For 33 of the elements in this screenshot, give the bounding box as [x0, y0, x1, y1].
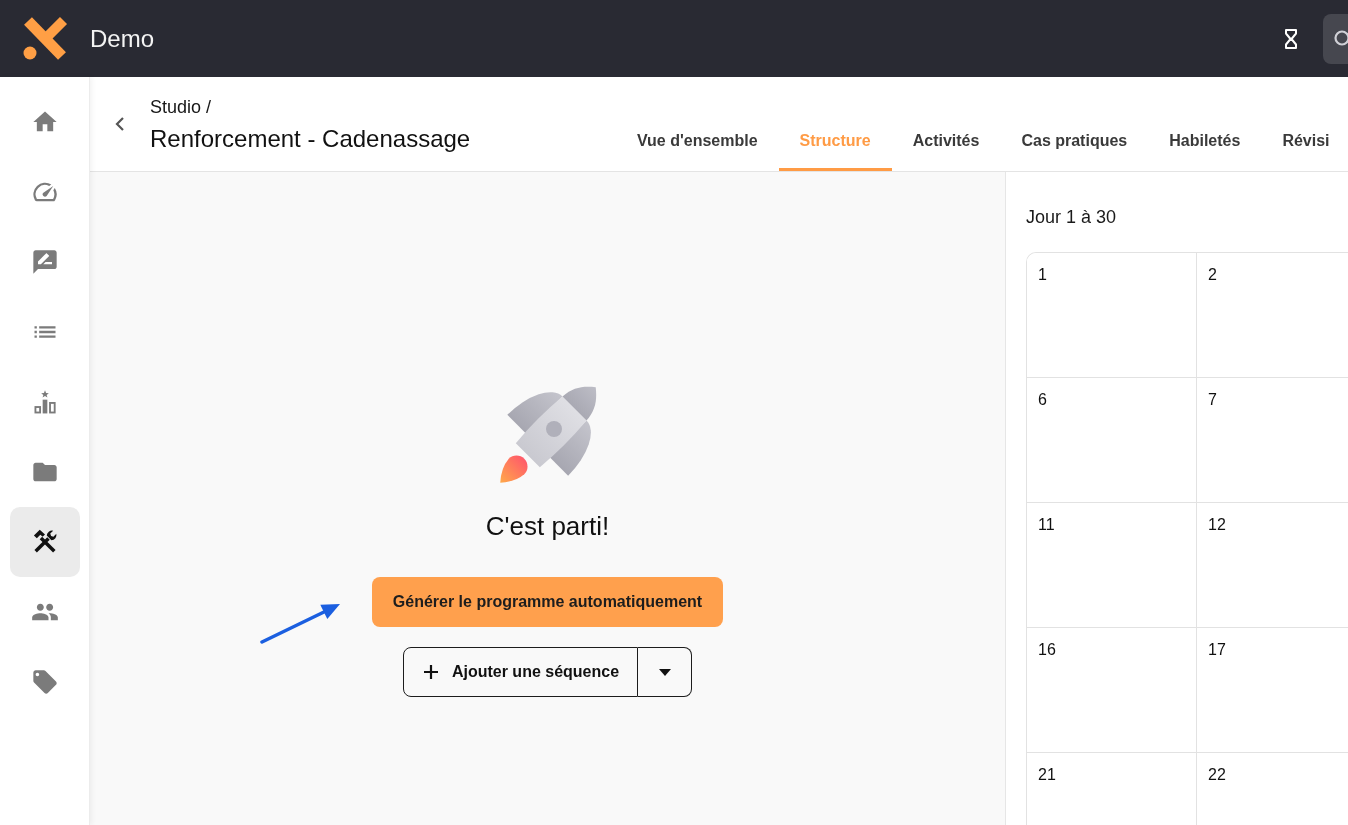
day-number: 17: [1208, 641, 1226, 659]
day-number: 2: [1208, 266, 1217, 284]
generate-button[interactable]: Générer le programme automatiquement: [371, 577, 724, 627]
add-sequence-button[interactable]: Ajouter une séquence: [402, 647, 639, 697]
day-number: 11: [1038, 516, 1055, 534]
nav-button[interactable]: [10, 507, 80, 577]
tab[interactable]: Cas pratiques: [1000, 111, 1149, 171]
day-number: 12: [1208, 516, 1226, 534]
tab[interactable]: Activités: [891, 111, 1001, 171]
search-button[interactable]: [1323, 13, 1348, 64]
day-number: 7: [1208, 391, 1217, 409]
page-title: Renforcement - Cadenassage: [150, 124, 471, 154]
plus-icon: [423, 665, 438, 679]
caret-icon: [658, 668, 671, 676]
tab[interactable]: Révisi: [1261, 111, 1330, 171]
logo-icon: [22, 15, 68, 62]
day-range-label: Jour 1 à 30: [1026, 206, 1117, 229]
tab[interactable]: Vue d'ensemble: [616, 111, 779, 171]
hourglass-icon[interactable]: [1284, 28, 1298, 49]
app-title: Demo: [90, 23, 155, 54]
day-number: 6: [1038, 391, 1047, 409]
rocket-icon: [497, 386, 598, 486]
day-number: 22: [1208, 766, 1226, 784]
tag-icon: [31, 668, 59, 696]
day-number: 21: [1038, 766, 1056, 784]
breadcrumb-link[interactable]: Studio /: [150, 96, 212, 118]
speech-bubble-pencil-icon: [31, 248, 59, 276]
empty-state-heading: C'est parti!: [485, 510, 610, 542]
tab[interactable]: Habiletés: [1148, 111, 1262, 171]
dropdown-button[interactable]: [638, 647, 693, 697]
day-number: 16: [1038, 641, 1056, 659]
day-number: 1: [1038, 266, 1047, 284]
chevron-left-icon: [115, 116, 125, 132]
